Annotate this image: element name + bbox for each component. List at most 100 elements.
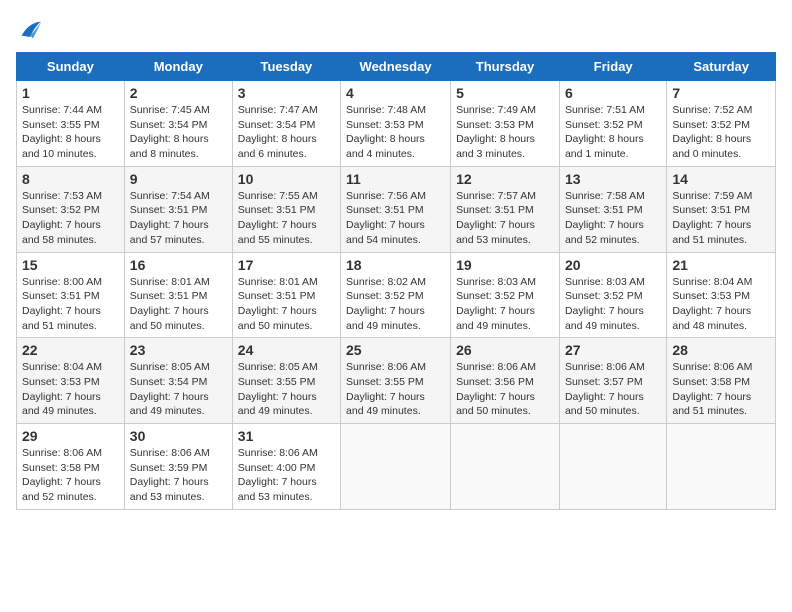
day-number: 9 (130, 171, 227, 187)
day-info: Sunrise: 7:54 AMSunset: 3:51 PMDaylight:… (130, 190, 210, 246)
calendar-day-1: 1 Sunrise: 7:44 AMSunset: 3:55 PMDayligh… (17, 81, 125, 167)
col-saturday: Saturday (667, 53, 776, 81)
day-info: Sunrise: 8:06 AMSunset: 3:58 PMDaylight:… (22, 447, 102, 503)
day-info: Sunrise: 8:06 AMSunset: 3:56 PMDaylight:… (456, 361, 536, 417)
day-info: Sunrise: 7:53 AMSunset: 3:52 PMDaylight:… (22, 190, 102, 246)
day-info: Sunrise: 7:48 AMSunset: 3:53 PMDaylight:… (346, 104, 426, 160)
day-number: 25 (346, 342, 445, 358)
day-number: 13 (565, 171, 661, 187)
day-info: Sunrise: 7:44 AMSunset: 3:55 PMDaylight:… (22, 104, 102, 160)
day-number: 11 (346, 171, 445, 187)
calendar-day-3: 3 Sunrise: 7:47 AMSunset: 3:54 PMDayligh… (232, 81, 340, 167)
calendar-day-27: 27 Sunrise: 8:06 AMSunset: 3:57 PMDaylig… (559, 338, 666, 424)
day-number: 24 (238, 342, 335, 358)
calendar-day-5: 5 Sunrise: 7:49 AMSunset: 3:53 PMDayligh… (451, 81, 560, 167)
day-info: Sunrise: 7:49 AMSunset: 3:53 PMDaylight:… (456, 104, 536, 160)
col-friday: Friday (559, 53, 666, 81)
day-number: 15 (22, 257, 119, 273)
day-number: 21 (672, 257, 770, 273)
day-info: Sunrise: 8:04 AMSunset: 3:53 PMDaylight:… (672, 276, 752, 332)
col-thursday: Thursday (451, 53, 560, 81)
calendar-day-18: 18 Sunrise: 8:02 AMSunset: 3:52 PMDaylig… (341, 252, 451, 338)
day-number: 23 (130, 342, 227, 358)
calendar-day-28: 28 Sunrise: 8:06 AMSunset: 3:58 PMDaylig… (667, 338, 776, 424)
day-number: 16 (130, 257, 227, 273)
day-number: 5 (456, 85, 554, 101)
calendar-day-26: 26 Sunrise: 8:06 AMSunset: 3:56 PMDaylig… (451, 338, 560, 424)
calendar-day-11: 11 Sunrise: 7:56 AMSunset: 3:51 PMDaylig… (341, 166, 451, 252)
calendar-day-12: 12 Sunrise: 7:57 AMSunset: 3:51 PMDaylig… (451, 166, 560, 252)
calendar-body: 1 Sunrise: 7:44 AMSunset: 3:55 PMDayligh… (17, 81, 776, 510)
calendar-day-19: 19 Sunrise: 8:03 AMSunset: 3:52 PMDaylig… (451, 252, 560, 338)
day-number: 17 (238, 257, 335, 273)
calendar-day-31: 31 Sunrise: 8:06 AMSunset: 4:00 PMDaylig… (232, 424, 340, 510)
calendar-day-10: 10 Sunrise: 7:55 AMSunset: 3:51 PMDaylig… (232, 166, 340, 252)
day-number: 19 (456, 257, 554, 273)
day-number: 14 (672, 171, 770, 187)
day-info: Sunrise: 8:06 AMSunset: 3:57 PMDaylight:… (565, 361, 645, 417)
calendar-day-17: 17 Sunrise: 8:01 AMSunset: 3:51 PMDaylig… (232, 252, 340, 338)
day-number: 26 (456, 342, 554, 358)
calendar-week-2: 8 Sunrise: 7:53 AMSunset: 3:52 PMDayligh… (17, 166, 776, 252)
calendar-day-20: 20 Sunrise: 8:03 AMSunset: 3:52 PMDaylig… (559, 252, 666, 338)
day-info: Sunrise: 8:04 AMSunset: 3:53 PMDaylight:… (22, 361, 102, 417)
calendar-day-4: 4 Sunrise: 7:48 AMSunset: 3:53 PMDayligh… (341, 81, 451, 167)
calendar-table: Sunday Monday Tuesday Wednesday Thursday… (16, 52, 776, 510)
calendar-day-16: 16 Sunrise: 8:01 AMSunset: 3:51 PMDaylig… (124, 252, 232, 338)
day-number: 1 (22, 85, 119, 101)
col-monday: Monday (124, 53, 232, 81)
day-info: Sunrise: 8:06 AMSunset: 3:59 PMDaylight:… (130, 447, 210, 503)
day-number: 10 (238, 171, 335, 187)
day-info: Sunrise: 7:45 AMSunset: 3:54 PMDaylight:… (130, 104, 210, 160)
calendar-day-24: 24 Sunrise: 8:05 AMSunset: 3:55 PMDaylig… (232, 338, 340, 424)
page-header (16, 16, 776, 44)
day-number: 2 (130, 85, 227, 101)
day-info: Sunrise: 8:06 AMSunset: 3:55 PMDaylight:… (346, 361, 426, 417)
logo (16, 16, 48, 44)
day-number: 7 (672, 85, 770, 101)
empty-day (667, 424, 776, 510)
day-info: Sunrise: 8:01 AMSunset: 3:51 PMDaylight:… (130, 276, 210, 332)
day-number: 28 (672, 342, 770, 358)
calendar-week-1: 1 Sunrise: 7:44 AMSunset: 3:55 PMDayligh… (17, 81, 776, 167)
day-info: Sunrise: 7:59 AMSunset: 3:51 PMDaylight:… (672, 190, 752, 246)
calendar-day-2: 2 Sunrise: 7:45 AMSunset: 3:54 PMDayligh… (124, 81, 232, 167)
calendar-day-15: 15 Sunrise: 8:00 AMSunset: 3:51 PMDaylig… (17, 252, 125, 338)
day-info: Sunrise: 7:57 AMSunset: 3:51 PMDaylight:… (456, 190, 536, 246)
calendar-day-29: 29 Sunrise: 8:06 AMSunset: 3:58 PMDaylig… (17, 424, 125, 510)
calendar-day-6: 6 Sunrise: 7:51 AMSunset: 3:52 PMDayligh… (559, 81, 666, 167)
calendar-day-21: 21 Sunrise: 8:04 AMSunset: 3:53 PMDaylig… (667, 252, 776, 338)
day-info: Sunrise: 8:05 AMSunset: 3:54 PMDaylight:… (130, 361, 210, 417)
day-number: 12 (456, 171, 554, 187)
day-info: Sunrise: 8:01 AMSunset: 3:51 PMDaylight:… (238, 276, 318, 332)
col-sunday: Sunday (17, 53, 125, 81)
calendar-week-3: 15 Sunrise: 8:00 AMSunset: 3:51 PMDaylig… (17, 252, 776, 338)
day-info: Sunrise: 8:06 AMSunset: 3:58 PMDaylight:… (672, 361, 752, 417)
calendar-header-row: Sunday Monday Tuesday Wednesday Thursday… (17, 53, 776, 81)
day-number: 3 (238, 85, 335, 101)
day-number: 31 (238, 428, 335, 444)
empty-day (451, 424, 560, 510)
empty-day (341, 424, 451, 510)
calendar-day-23: 23 Sunrise: 8:05 AMSunset: 3:54 PMDaylig… (124, 338, 232, 424)
calendar-day-14: 14 Sunrise: 7:59 AMSunset: 3:51 PMDaylig… (667, 166, 776, 252)
day-info: Sunrise: 7:55 AMSunset: 3:51 PMDaylight:… (238, 190, 318, 246)
day-number: 8 (22, 171, 119, 187)
calendar-week-5: 29 Sunrise: 8:06 AMSunset: 3:58 PMDaylig… (17, 424, 776, 510)
day-info: Sunrise: 8:05 AMSunset: 3:55 PMDaylight:… (238, 361, 318, 417)
empty-day (559, 424, 666, 510)
day-number: 29 (22, 428, 119, 444)
day-number: 4 (346, 85, 445, 101)
col-wednesday: Wednesday (341, 53, 451, 81)
calendar-day-13: 13 Sunrise: 7:58 AMSunset: 3:51 PMDaylig… (559, 166, 666, 252)
day-info: Sunrise: 7:47 AMSunset: 3:54 PMDaylight:… (238, 104, 318, 160)
calendar-day-25: 25 Sunrise: 8:06 AMSunset: 3:55 PMDaylig… (341, 338, 451, 424)
day-number: 6 (565, 85, 661, 101)
day-info: Sunrise: 7:58 AMSunset: 3:51 PMDaylight:… (565, 190, 645, 246)
day-info: Sunrise: 8:03 AMSunset: 3:52 PMDaylight:… (456, 276, 536, 332)
day-info: Sunrise: 7:56 AMSunset: 3:51 PMDaylight:… (346, 190, 426, 246)
day-number: 30 (130, 428, 227, 444)
calendar-week-4: 22 Sunrise: 8:04 AMSunset: 3:53 PMDaylig… (17, 338, 776, 424)
day-info: Sunrise: 7:51 AMSunset: 3:52 PMDaylight:… (565, 104, 645, 160)
calendar-day-8: 8 Sunrise: 7:53 AMSunset: 3:52 PMDayligh… (17, 166, 125, 252)
